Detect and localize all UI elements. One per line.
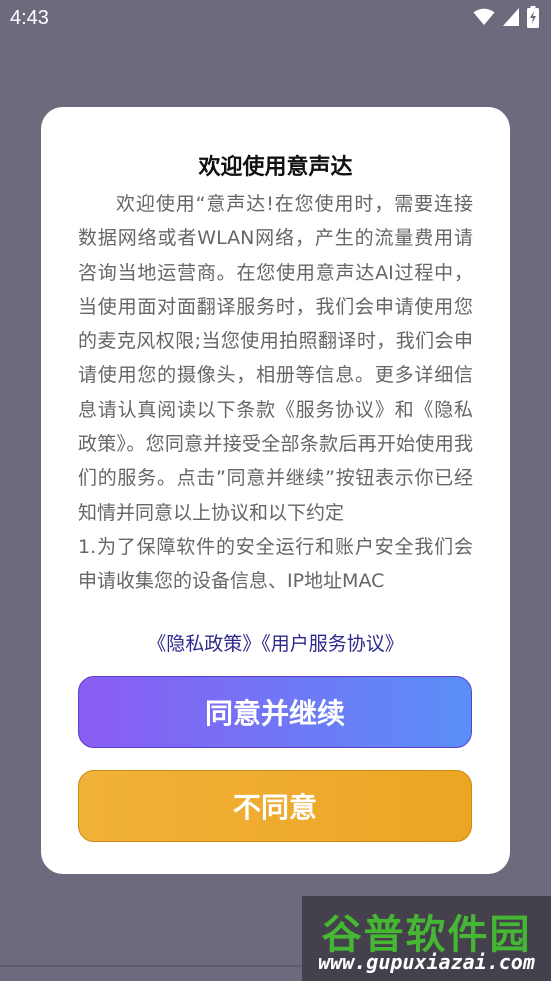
disagree-button[interactable]: 不同意 (78, 770, 472, 842)
privacy-dialog: 欢迎使用意声达 欢迎使用“意声达!在您使用时，需要连接数据网络或者WLAN网络，… (41, 107, 510, 874)
agree-continue-button[interactable]: 同意并继续 (78, 676, 472, 748)
wifi-icon (473, 8, 495, 30)
dialog-body-text[interactable]: 欢迎使用“意声达!在您使用时，需要连接数据网络或者WLAN网络，产生的流量费用请… (78, 187, 473, 619)
signal-icon (503, 8, 519, 30)
user-service-agreement-link[interactable]: 《用户服务协议》 (261, 633, 404, 655)
watermark: 谷普软件园 www.gupuxiazai.com (302, 896, 551, 981)
dialog-title: 欢迎使用意声达 (198, 155, 353, 180)
status-icons (473, 6, 539, 32)
nav-divider (0, 965, 302, 967)
status-time: 4:43 (10, 7, 49, 29)
status-bar: 4:43 (0, 0, 551, 38)
battery-charging-icon (527, 6, 539, 32)
privacy-policy-link[interactable]: 《隐私政策》 (147, 633, 261, 655)
agreement-links: 《隐私政策》《用户服务协议》 (41, 629, 510, 656)
watermark-url: www.gupuxiazai.com (318, 950, 535, 974)
